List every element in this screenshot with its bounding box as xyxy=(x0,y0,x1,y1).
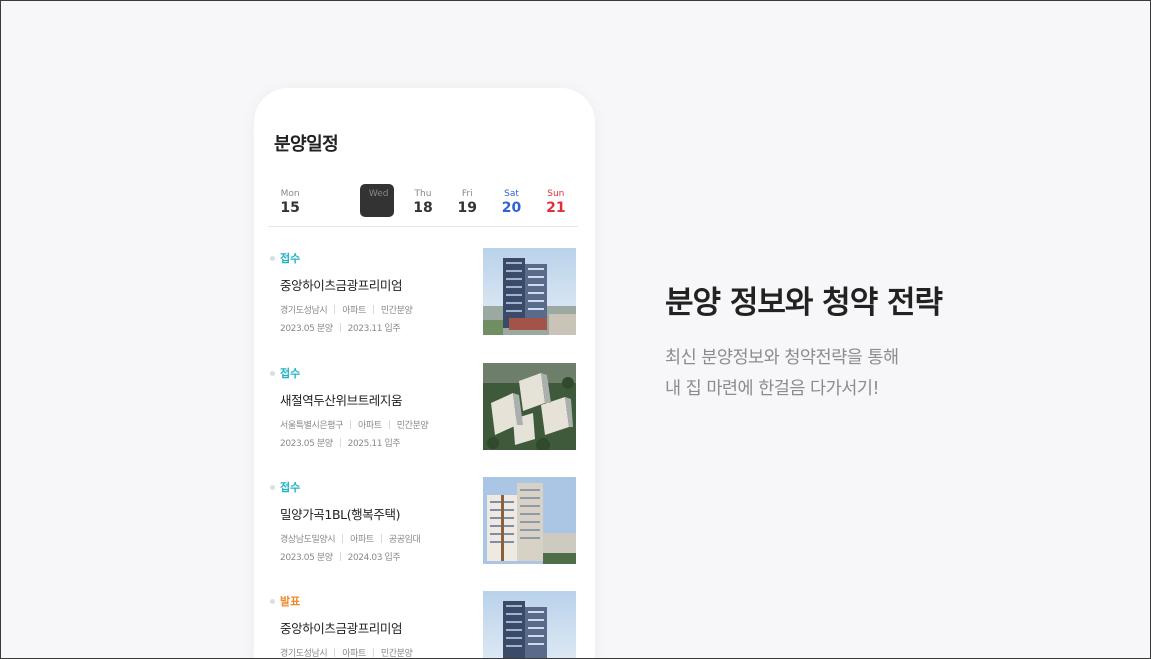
listing-name: 중앙하이츠금광프리미엄 xyxy=(280,621,403,636)
divider xyxy=(372,305,374,314)
divider xyxy=(350,420,352,429)
listing-name: 중앙하이츠금광프리미엄 xyxy=(280,278,403,293)
day-mon[interactable]: Mon 15 xyxy=(268,184,312,226)
tower-building-icon xyxy=(483,248,576,335)
divider xyxy=(334,648,336,657)
day-date: 18 xyxy=(413,200,433,216)
listing-sale-type: 민간분양 xyxy=(396,421,429,431)
day-tue-selected[interactable]: Tue 16 xyxy=(312,184,395,226)
phone-mockup: 분양일정 Mon 15 Tue 16 Wed 17 Thu 18 Fri 19 xyxy=(254,88,595,659)
day-name: Wed xyxy=(368,189,389,199)
status-badge: 접수 xyxy=(280,481,301,494)
listing-category: 아파트 xyxy=(342,649,366,659)
hero-subtext: 최신 분양정보와 청약전략을 통해 내 집 마련에 한걸음 다가서기! xyxy=(665,343,899,405)
listing-region: 경기도성남시 xyxy=(280,649,328,659)
divider xyxy=(388,420,390,429)
day-name: Fri xyxy=(461,189,473,199)
day-name: Sat xyxy=(504,189,519,199)
listing-category: 아파트 xyxy=(342,306,366,316)
day-thu[interactable]: Thu 18 xyxy=(401,184,445,226)
listing-category: 아파트 xyxy=(358,421,382,431)
tower-building-icon xyxy=(483,591,576,658)
listing-region: 서울특별시은평구 xyxy=(280,421,344,431)
listing-sale-date: 2023.05 분양 xyxy=(280,324,333,334)
week-calendar: Mon 15 Tue 16 Wed 17 Thu 18 Fri 19 Sat 2… xyxy=(268,184,578,227)
status-badge: 접수 xyxy=(280,367,301,380)
bullet-dot xyxy=(270,371,275,376)
day-date: 17 xyxy=(368,200,389,216)
day-wed[interactable]: Wed 17 xyxy=(357,184,401,226)
listing-dates: 2023.05 분양 2025.11 입주 xyxy=(280,436,401,449)
hero-headline: 분양 정보와 청약 전략 xyxy=(665,285,943,321)
listing-meta: 경기도성남시 아파트 민간분양 xyxy=(280,646,413,659)
day-date: 19 xyxy=(457,200,477,216)
bullet-dot xyxy=(270,485,275,490)
listing-sale-date: 2023.05 분양 xyxy=(280,553,333,563)
listing-name: 새절역두산위브트레지움 xyxy=(280,393,403,408)
divider xyxy=(334,305,336,314)
divider xyxy=(342,534,344,543)
listing-sale-type: 민간분양 xyxy=(380,306,413,316)
app-frame: 분양일정 Mon 15 Tue 16 Wed 17 Thu 18 Fri 19 xyxy=(0,0,1151,659)
day-name: Tue xyxy=(326,189,343,199)
listing-meta: 경기도성남시 아파트 민간분양 xyxy=(280,303,413,316)
listing-category: 아파트 xyxy=(350,535,374,545)
listing-meta: 서울특별시은평구 아파트 민간분양 xyxy=(280,418,429,431)
divider xyxy=(372,648,374,657)
listing-sale-type: 공공임대 xyxy=(388,535,421,545)
listing-meta: 경상남도밀양시 아파트 공공임대 xyxy=(280,532,421,545)
listing-dates: 2023.05 분양 2024.03 입주 xyxy=(280,550,401,563)
apartment-block-icon xyxy=(483,477,576,564)
divider xyxy=(339,323,341,332)
listing-card[interactable]: 발표 중앙하이츠금광프리미엄 경기도성남시 아파트 민간분양 xyxy=(268,591,578,659)
status-badge: 접수 xyxy=(280,252,301,265)
listing-sale-date: 2023.05 분양 xyxy=(280,439,333,449)
status-badge: 발표 xyxy=(280,595,301,608)
day-sun[interactable]: Sun 21 xyxy=(534,184,578,226)
day-sat[interactable]: Sat 20 xyxy=(489,184,533,226)
day-name: Sun xyxy=(547,189,565,199)
listing-move-in: 2023.11 입주 xyxy=(347,324,401,334)
day-name: Mon xyxy=(280,189,300,199)
listing-region: 경상남도밀양시 xyxy=(280,535,336,545)
day-date: 15 xyxy=(280,200,300,216)
hero-subtext-line: 내 집 마련에 한걸음 다가서기! xyxy=(665,379,879,399)
bullet-dot xyxy=(270,256,275,261)
day-date: 21 xyxy=(546,200,566,216)
schedule-title: 분양일정 xyxy=(274,134,339,155)
divider xyxy=(380,534,382,543)
listing-sale-type: 민간분양 xyxy=(380,649,413,659)
apartment-complex-icon xyxy=(483,363,576,450)
day-name: Thu xyxy=(414,189,432,199)
day-date: 16 xyxy=(324,200,345,216)
hero-subtext-line: 최신 분양정보와 청약전략을 통해 xyxy=(665,348,899,368)
listing-move-in: 2025.11 입주 xyxy=(347,439,401,449)
listing-card[interactable]: 접수 밀양가곡1BL(행복주택) 경상남도밀양시 아파트 공공임대 2023.05 … xyxy=(268,477,578,577)
listing-name: 밀양가곡1BL(행복주택) xyxy=(280,507,401,522)
listing-region: 경기도성남시 xyxy=(280,306,328,316)
divider xyxy=(339,438,341,447)
divider xyxy=(339,552,341,561)
listing-card[interactable]: 접수 새절역두산위브트레지움 서울특별시은평구 아파트 민간분양 2023.05 분… xyxy=(268,363,578,463)
day-date: 20 xyxy=(501,200,522,216)
bullet-dot xyxy=(270,599,275,604)
listing-move-in: 2024.03 입주 xyxy=(347,553,401,563)
listing-dates: 2023.05 분양 2023.11 입주 xyxy=(280,321,401,334)
day-fri[interactable]: Fri 19 xyxy=(445,184,489,226)
listing-card[interactable]: 접수 중앙하이츠금광프리미엄 경기도성남시 아파트 민간분양 2023.05 분양 2… xyxy=(268,248,578,348)
